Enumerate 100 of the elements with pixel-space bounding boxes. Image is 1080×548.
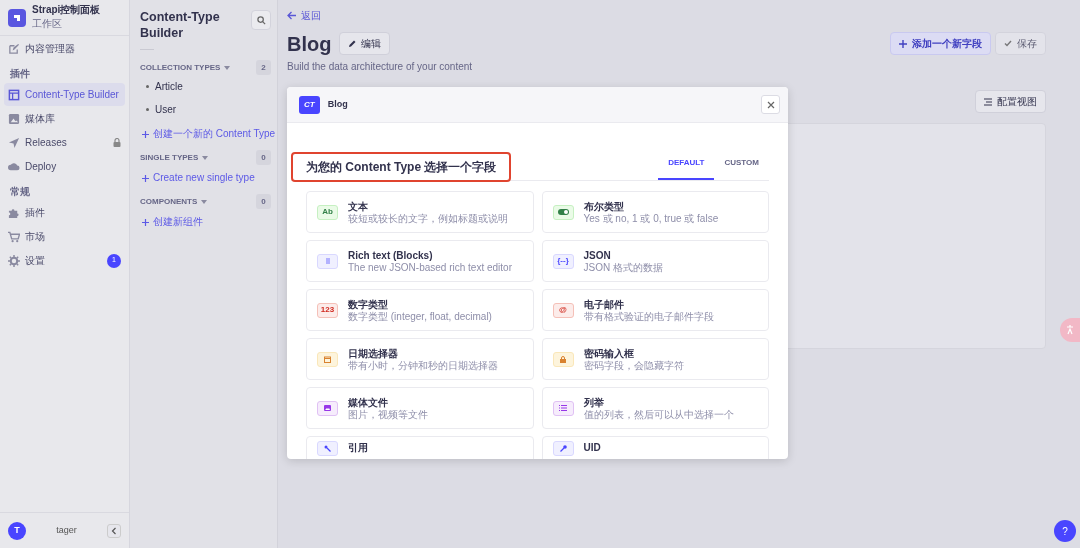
option-description: 数字类型 (integer, float, decimal) — [348, 310, 492, 323]
collapse-button[interactable] — [107, 523, 121, 538]
create-link[interactable]: 创建新组件 — [140, 209, 271, 233]
layout-icon — [8, 88, 20, 101]
help-button[interactable]: ? — [1054, 520, 1076, 542]
nav-item[interactable]: 媒体库 — [4, 107, 125, 130]
field-type-option[interactable]: Rich text (Blocks) The new JSON-based rich text editor — [306, 240, 534, 282]
option-description: 值的列表，然后可以从中选择一个 — [583, 408, 734, 421]
nav-item[interactable]: Releases — [4, 131, 125, 154]
field-type-icon: 123 — [317, 302, 338, 318]
edit-button[interactable]: 编辑 — [339, 32, 391, 55]
puzzle-icon — [8, 206, 20, 219]
panel-title: Content-Type Builder — [140, 10, 221, 42]
check-icon — [1004, 40, 1012, 47]
section-heading[interactable]: SINGLE TYPES — [140, 151, 209, 164]
field-type-option[interactable]: 日期选择器 带有小时，分钟和秒的日期选择器 — [306, 338, 534, 380]
page-subtitle: Build the data architecture of your content — [287, 60, 474, 74]
option-title: 引用 — [348, 441, 368, 454]
nav-item[interactable]: Deploy — [4, 155, 125, 178]
field-type-option[interactable]: 列举 值的列表，然后可以从中选择一个 — [541, 387, 769, 429]
field-type-option[interactable]: @ 电子邮件 带有格式验证的电子邮件字段 — [541, 289, 769, 331]
field-type-icon: @ — [552, 302, 574, 318]
plus-icon — [899, 39, 907, 48]
logo-icon — [8, 8, 26, 27]
option-title: 密码输入框 — [583, 346, 635, 359]
nav-section-heading: 插件 — [9, 67, 31, 81]
dialog-title: 为您的 Content Type 选择一个字段 — [291, 151, 512, 182]
option-description: The new JSON-based rich text editor — [348, 261, 512, 274]
toggle-icon — [552, 204, 574, 220]
nav-item[interactable]: 插件 — [4, 201, 125, 224]
count-badge: 2 — [256, 60, 271, 76]
field-type-icon: {--} — [552, 253, 574, 269]
option-title: 布尔类型 — [583, 199, 625, 213]
nav-item[interactable]: Content-Type Builder — [4, 83, 125, 106]
plus-icon — [142, 131, 149, 139]
user-name: tager — [55, 523, 78, 537]
type-list-item[interactable]: Article — [140, 75, 271, 99]
field-type-option[interactable]: {--} JSON JSON 格式的数据 — [541, 240, 769, 282]
section-heading[interactable]: COMPONENTS — [140, 195, 208, 208]
settings-icon — [8, 254, 20, 267]
nav-item[interactable]: 市场 — [4, 225, 125, 248]
count-badge: 0 — [256, 194, 271, 210]
page-title: Blog — [287, 33, 332, 54]
type-list-item[interactable]: User — [140, 98, 271, 122]
search-button[interactable] — [251, 10, 271, 30]
option-description: 图片，视频等文件 — [348, 408, 428, 421]
close-button[interactable] — [761, 95, 780, 114]
back-link[interactable]: 返回 — [287, 8, 321, 23]
list-icon — [984, 97, 992, 106]
field-type-option[interactable]: UID — [541, 436, 769, 459]
field-type-option[interactable]: 布尔类型 Yes 或 no, 1 或 0, true 或 false — [541, 191, 769, 233]
option-description: Yes 或 no, 1 或 0, true 或 false — [583, 212, 719, 225]
option-title: UID — [583, 441, 601, 454]
add-field-button[interactable]: 添加一个新字段 — [890, 32, 991, 55]
option-title: 数字类型 — [348, 297, 389, 310]
arrow-left-icon — [287, 11, 297, 20]
avatar[interactable]: T — [8, 521, 26, 540]
option-description: 较短或较长的文字，例如标题或说明 — [348, 212, 508, 225]
caret-icon — [224, 65, 231, 70]
option-description: JSON 格式的数据 — [583, 261, 663, 274]
option-description: 带有小时，分钟和秒的日期选择器 — [348, 359, 498, 372]
calendar-icon — [317, 351, 338, 367]
option-title: 文本 — [348, 199, 369, 213]
key-icon — [552, 441, 574, 456]
field-type-option[interactable]: 123 数字类型 数字类型 (integer, float, decimal) — [306, 289, 534, 331]
section-heading[interactable]: COLLECTION TYPES — [140, 61, 231, 74]
paper-plane-icon — [8, 136, 20, 149]
image-icon — [317, 400, 338, 416]
field-type-option[interactable]: Ab 文本 较短或较长的文字，例如标题或说明 — [306, 191, 534, 233]
lock-icon — [552, 351, 574, 367]
search-icon — [256, 15, 266, 25]
plus-icon — [142, 175, 149, 183]
option-title: Rich text (Blocks) — [348, 248, 434, 262]
dialog-breadcrumb: Blog — [327, 97, 348, 111]
workspace-label: 工作区 — [32, 17, 63, 31]
tab[interactable]: CUSTOM — [714, 148, 769, 180]
option-title: 电子邮件 — [583, 297, 625, 311]
option-title: 媒体文件 — [348, 395, 389, 409]
list-icon — [552, 400, 574, 416]
field-type-option[interactable]: 密码输入框 密码字段，会隐藏字符 — [541, 338, 769, 380]
tab[interactable]: DEFAULT — [658, 148, 715, 180]
field-type-option[interactable]: 媒体文件 图片，视频等文件 — [306, 387, 534, 429]
close-icon — [766, 100, 775, 109]
nav-section-heading: 常规 — [9, 185, 31, 199]
option-description: 密码字段，会隐藏字符 — [583, 359, 684, 372]
option-title: 日期选择器 — [348, 346, 399, 360]
create-link[interactable]: Create new single type — [140, 165, 271, 189]
image-icon — [8, 112, 20, 125]
pencil-icon — [348, 39, 357, 48]
option-title: JSON — [583, 248, 612, 262]
caret-icon — [202, 155, 209, 160]
cloud-icon — [8, 160, 20, 173]
plus-icon — [142, 219, 149, 227]
grip-icon — [317, 253, 338, 269]
nav-item[interactable]: 内容管理器 — [4, 37, 125, 60]
configure-view-button[interactable]: 配置视图 — [975, 90, 1046, 113]
app-title: Strapi控制面板 — [32, 4, 101, 16]
count-badge: 0 — [256, 150, 271, 166]
edit-icon — [8, 42, 20, 55]
field-type-option[interactable]: 引用 — [306, 436, 534, 459]
